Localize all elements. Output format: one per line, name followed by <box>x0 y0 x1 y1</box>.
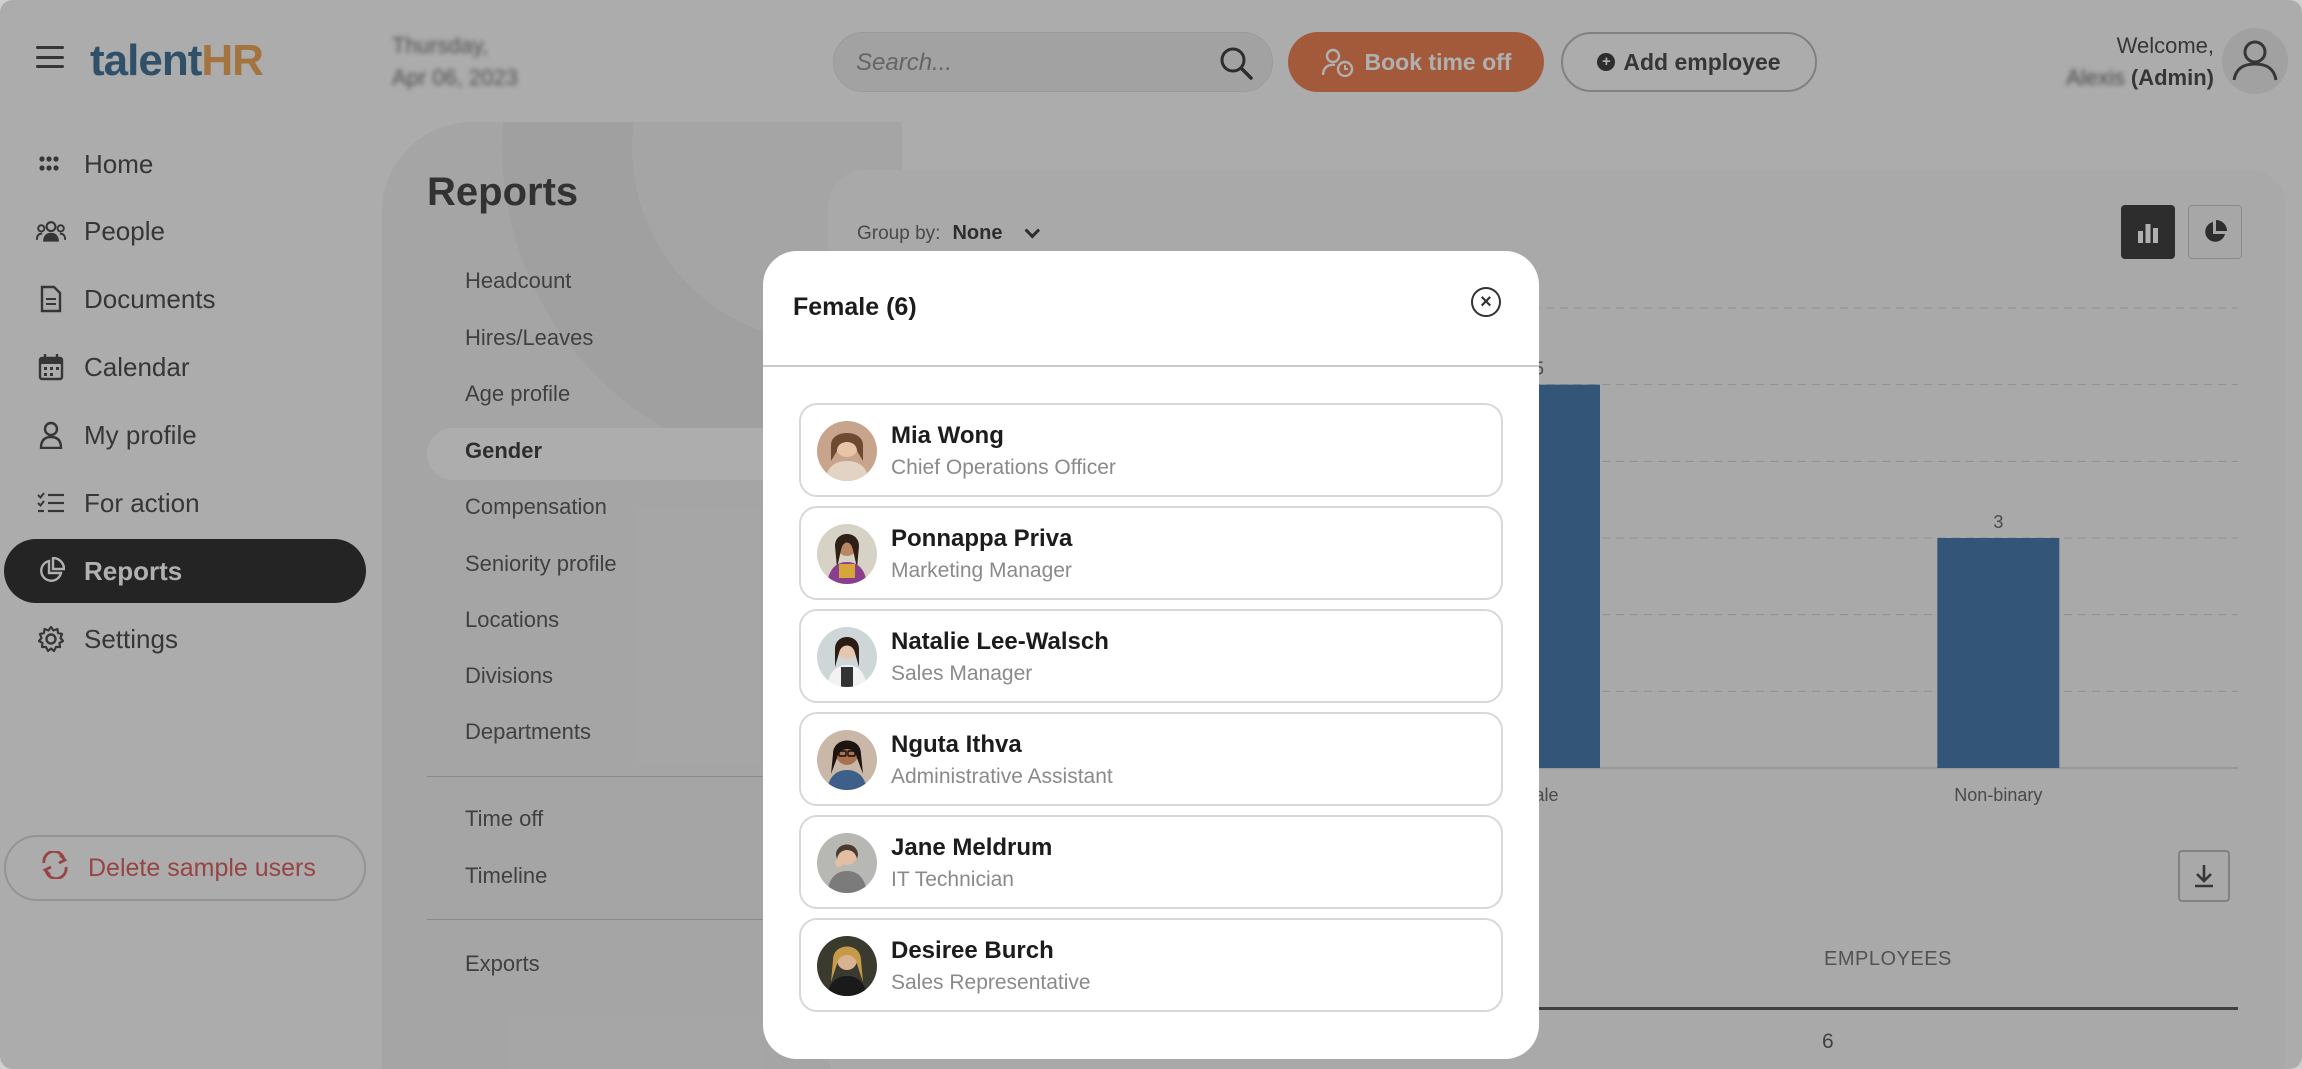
app-window: talentHR Thursday, Apr 06, 2023 Book tim… <box>0 0 2302 1069</box>
person-role: Marketing Manager <box>891 559 1072 582</box>
person-name: Natalie Lee-Walsch <box>891 628 1109 655</box>
list-item[interactable]: Desiree Burch Sales Representative <box>799 918 1503 1012</box>
person-name: Jane Meldrum <box>891 834 1053 861</box>
avatar <box>817 730 877 790</box>
person-name: Desiree Burch <box>891 937 1054 964</box>
person-role: IT Technician <box>891 868 1014 891</box>
list-item[interactable]: Jane Meldrum IT Technician <box>799 815 1503 909</box>
person-name: Nguta Ithva <box>891 731 1022 758</box>
person-name: Mia Wong <box>891 422 1004 449</box>
modal-divider <box>763 365 1539 367</box>
person-role: Administrative Assistant <box>891 765 1113 788</box>
person-name: Ponnappa Priva <box>891 525 1073 552</box>
avatar <box>817 936 877 996</box>
avatar <box>817 421 877 481</box>
avatar <box>817 524 877 584</box>
close-icon[interactable]: × <box>1471 287 1501 317</box>
list-item[interactable]: Mia Wong Chief Operations Officer <box>799 403 1503 497</box>
female-employees-modal: Female (6) × Mia Wong Chief Operations O… <box>763 251 1539 1059</box>
person-role: Sales Manager <box>891 662 1033 685</box>
avatar <box>817 833 877 893</box>
avatar <box>817 627 877 687</box>
person-role: Chief Operations Officer <box>891 456 1116 479</box>
list-item[interactable]: Natalie Lee-Walsch Sales Manager <box>799 609 1503 703</box>
person-role: Sales Representative <box>891 971 1091 994</box>
list-item[interactable]: Ponnappa Priva Marketing Manager <box>799 506 1503 600</box>
modal-title: Female (6) <box>793 293 917 321</box>
list-item[interactable]: Nguta Ithva Administrative Assistant <box>799 712 1503 806</box>
